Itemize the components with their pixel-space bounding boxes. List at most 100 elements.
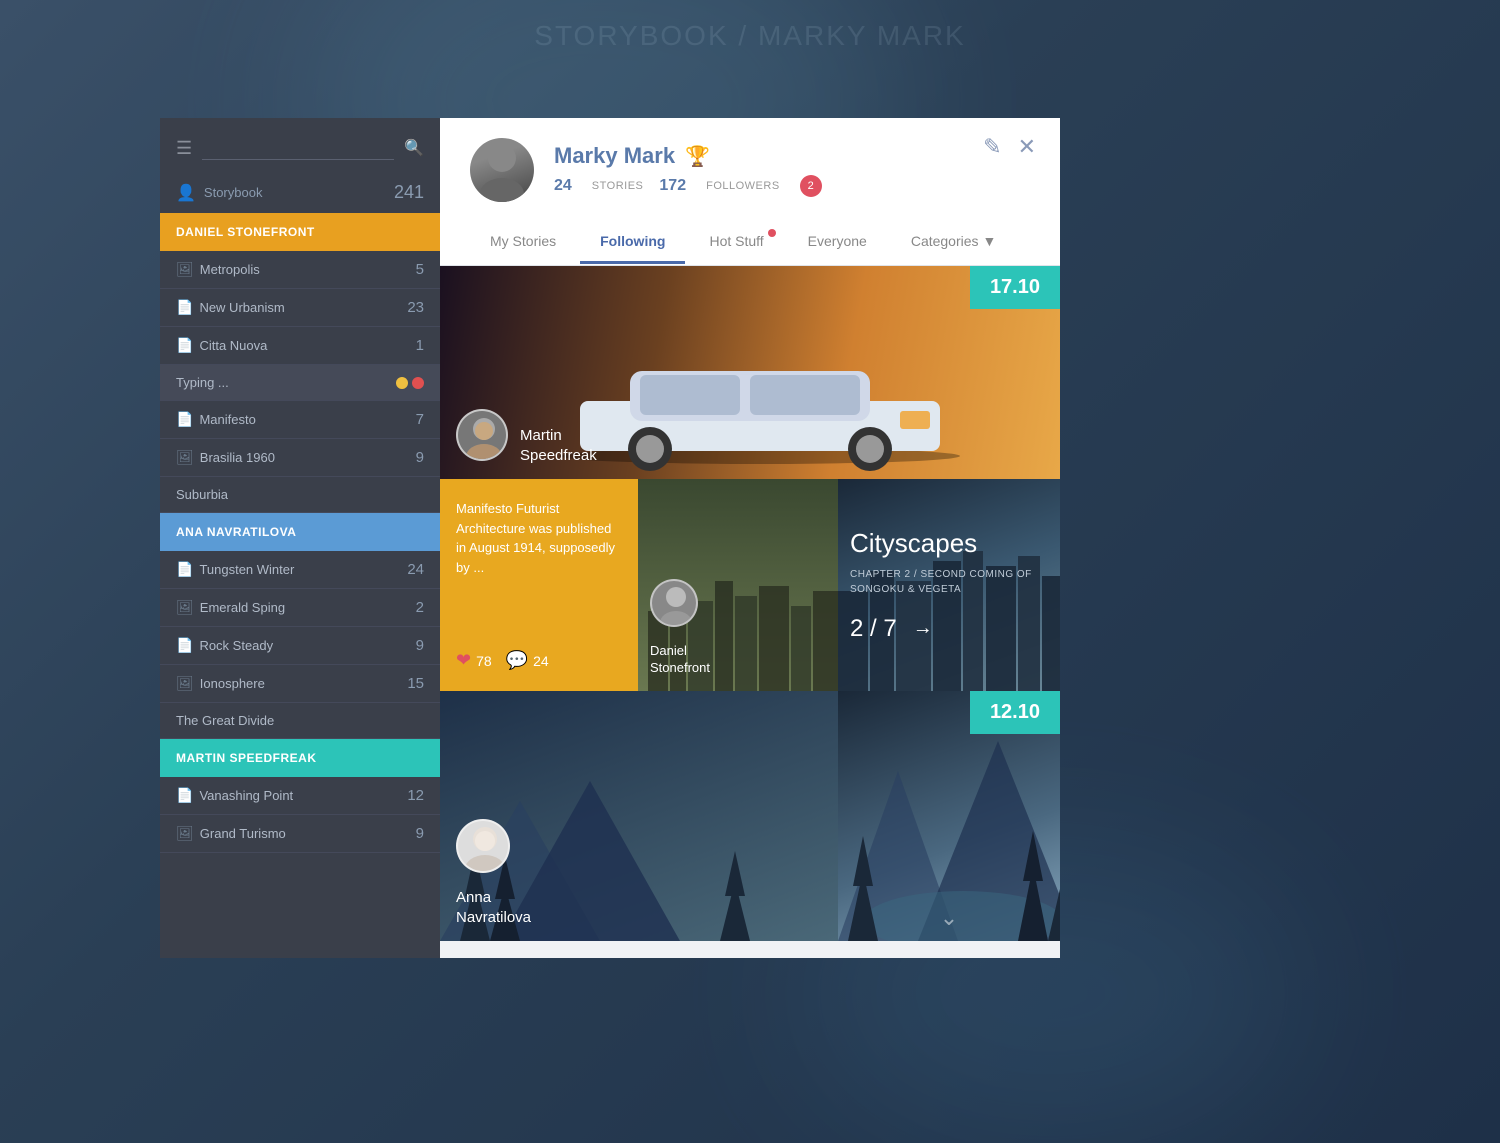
item-count: 23 [407, 299, 424, 316]
cards-area: MartinSpeedfreak 17.10 Manifesto Futuris… [440, 266, 1060, 958]
sidebar-item-the-great-divide[interactable]: The Great Divide [160, 703, 440, 739]
doc-icon: 📄 [176, 787, 193, 804]
sidebar-item-grand-turismo[interactable]: 🖼 Grand Turismo 9 [160, 815, 440, 853]
item-count: 9 [416, 825, 424, 842]
image-icon: 🖼 [176, 825, 194, 842]
main-container: ☰ 🔍 👤 Storybook 241 DANIEL STONEFRONT 🖼 … [160, 118, 1060, 958]
card-city[interactable]: Daniel Stonefront [638, 479, 838, 691]
profile-name: Marky Mark 🏆 [554, 143, 1030, 169]
msg-badge[interactable]: 2 [800, 175, 822, 197]
dot-yellow [396, 377, 408, 389]
sidebar-item-typing[interactable]: Typing ... [160, 365, 440, 401]
sidebar-item-vanashing-point[interactable]: 📄 Vanashing Point 12 [160, 777, 440, 815]
tab-categories[interactable]: Categories ▼ [891, 219, 1017, 264]
typing-dots [396, 377, 424, 389]
sidebar-item-rock-steady[interactable]: 📄 Rock Steady 9 [160, 627, 440, 665]
sidebar-item-citta-nuova[interactable]: 📄 Citta Nuova 1 [160, 327, 440, 365]
stories-label: STORIES [592, 180, 644, 192]
hamburger-icon[interactable]: ☰ [176, 138, 192, 159]
user-icon: 👤 [176, 183, 196, 203]
cityscapes-progress: 2 / 7 → [850, 615, 1040, 643]
card1-author-avatar [456, 409, 508, 461]
card1-author-name: MartinSpeedfreak [520, 427, 597, 464]
item-count: 2 [416, 599, 424, 616]
background-text: STORYBOOK / MARKY MARK [534, 20, 965, 52]
item-count: 9 [416, 449, 424, 466]
scroll-down-icon[interactable]: ⌄ [940, 905, 958, 931]
city-author-name: Daniel Stonefront [650, 643, 710, 677]
item-label: Tungsten Winter [199, 562, 403, 577]
section-header-ana: ANA NAVRATILOVA [160, 513, 440, 551]
avatar [470, 138, 534, 202]
tabs-bar: My Stories Following Hot Stuff Everyone … [440, 218, 1060, 266]
winter-author-avatar [456, 819, 510, 873]
sidebar-item-suburbia[interactable]: Suburbia [160, 477, 440, 513]
card-row-1: MartinSpeedfreak 17.10 [440, 266, 1060, 479]
dot-red [412, 377, 424, 389]
edit-button[interactable]: ✎ [983, 134, 1001, 160]
sidebar: ☰ 🔍 👤 Storybook 241 DANIEL STONEFRONT 🖼 … [160, 118, 440, 958]
likes-stat: ❤ 78 [456, 650, 492, 671]
item-label: New Urbanism [199, 300, 403, 315]
arrow-right-icon: → [913, 617, 933, 640]
item-label: Vanashing Point [199, 788, 403, 803]
image-icon: 🖼 [176, 261, 194, 278]
close-button[interactable]: ✕ [1018, 134, 1036, 160]
card-yellow[interactable]: Manifesto Futurist Architecture was publ… [440, 479, 638, 691]
sidebar-item-new-urbanism[interactable]: 📄 New Urbanism 23 [160, 289, 440, 327]
card-cityscapes[interactable]: Cityscapes CHAPTER 2 / SECOND COMING OF … [838, 479, 1060, 691]
tab-my-stories[interactable]: My Stories [470, 219, 576, 264]
item-label: Metropolis [200, 262, 412, 277]
sidebar-item-manifesto[interactable]: 📄 Manifesto 7 [160, 401, 440, 439]
tab-following[interactable]: Following [580, 219, 685, 264]
item-label: Suburbia [176, 487, 424, 502]
car-illustration [540, 331, 980, 471]
image-icon: 🖼 [176, 599, 194, 616]
card1-date-badge: 17.10 [970, 266, 1060, 309]
item-label: Emerald Sping [200, 600, 412, 615]
tab-everyone[interactable]: Everyone [788, 219, 887, 264]
storybook-count: 241 [394, 182, 424, 203]
trophy-icon: 🏆 [685, 144, 710, 169]
doc-icon: 📄 [176, 337, 193, 354]
item-label: Typing ... [176, 375, 396, 390]
sidebar-item-tungsten-winter[interactable]: 📄 Tungsten Winter 24 [160, 551, 440, 589]
item-count: 24 [407, 561, 424, 578]
winter-author-name: Anna Navratilova [456, 888, 531, 927]
card-winter-left[interactable]: Anna Navratilova [440, 691, 838, 941]
followers-count: 172 [659, 177, 686, 195]
sidebar-item-brasilia[interactable]: 🖼 Brasilia 1960 9 [160, 439, 440, 477]
cityscapes-content: Cityscapes CHAPTER 2 / SECOND COMING OF … [838, 479, 1060, 691]
content-area: Marky Mark 🏆 24 STORIES 172 FOLLOWERS 2 … [440, 118, 1060, 958]
item-count: 1 [416, 337, 424, 354]
item-label: The Great Divide [176, 713, 424, 728]
heart-icon: ❤ [456, 650, 471, 671]
header-actions: ✎ ✕ [983, 134, 1036, 160]
doc-icon: 📄 [176, 411, 193, 428]
item-label: Manifesto [199, 412, 411, 427]
storybook-label: Storybook [204, 185, 394, 200]
item-label: Citta Nuova [199, 338, 411, 353]
yellow-card-text: Manifesto Futurist Architecture was publ… [456, 499, 622, 577]
item-label: Ionosphere [200, 676, 404, 691]
doc-icon: 📄 [176, 299, 193, 316]
card-winter-right[interactable]: 12.10 ⌄ [838, 691, 1060, 941]
search-icon[interactable]: 🔍 [404, 138, 424, 158]
card1-author-info: MartinSpeedfreak [520, 426, 597, 465]
city-author-avatar [650, 579, 698, 627]
sidebar-item-emerald-sping[interactable]: 🖼 Emerald Sping 2 [160, 589, 440, 627]
doc-icon: 📄 [176, 561, 193, 578]
image-icon: 🖼 [176, 449, 194, 466]
sidebar-header: ☰ 🔍 [160, 118, 440, 172]
card3-date-badge: 12.10 [970, 691, 1060, 734]
sidebar-item-ionosphere[interactable]: 🖼 Ionosphere 15 [160, 665, 440, 703]
profile-info: Marky Mark 🏆 24 STORIES 172 FOLLOWERS 2 [554, 143, 1030, 197]
item-label: Brasilia 1960 [200, 450, 412, 465]
card-car[interactable]: MartinSpeedfreak 17.10 [440, 266, 1060, 479]
doc-icon: 📄 [176, 637, 193, 654]
sidebar-item-metropolis[interactable]: 🖼 Metropolis 5 [160, 251, 440, 289]
cityscapes-title: Cityscapes [850, 528, 1040, 559]
search-input[interactable] [202, 136, 394, 160]
profile-stats: 24 STORIES 172 FOLLOWERS 2 [554, 175, 1030, 197]
tab-hot-stuff[interactable]: Hot Stuff [689, 219, 783, 264]
